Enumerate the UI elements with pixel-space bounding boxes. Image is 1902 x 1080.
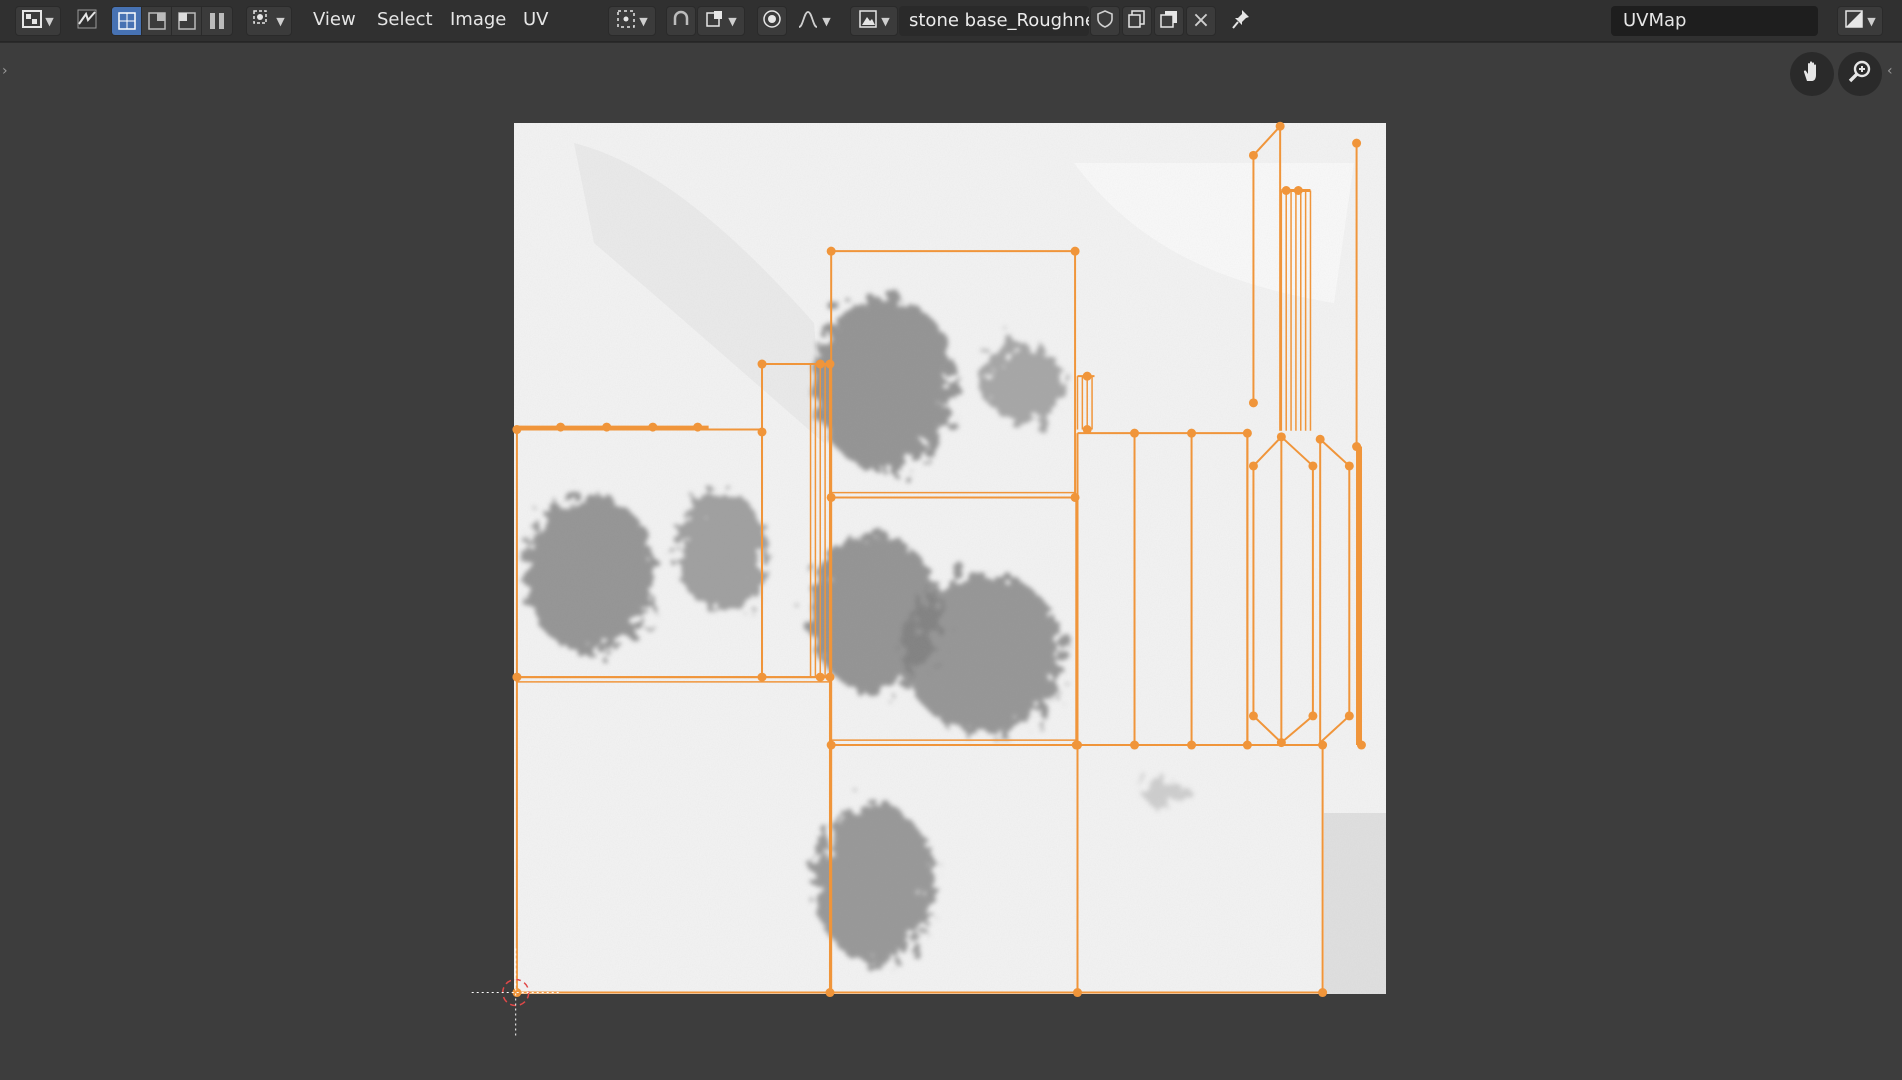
chevron-down-icon: ▼	[822, 14, 831, 28]
close-icon: ×	[1191, 8, 1211, 33]
toolbar-expand-arrow-icon[interactable]: ›	[2, 63, 8, 79]
open-image-icon	[1159, 9, 1179, 34]
new-image-button[interactable]	[1122, 6, 1152, 36]
uv-face-select-icon[interactable]	[172, 7, 202, 35]
image-name-field[interactable]: stone base_Roughne..	[899, 6, 1089, 36]
unlink-image-button[interactable]: ×	[1186, 6, 1216, 36]
menu-view[interactable]: View	[313, 9, 356, 30]
fake-user-button[interactable]	[1090, 6, 1120, 36]
chevron-down-icon: ▼	[728, 14, 737, 28]
chevron-down-icon: ▼	[881, 14, 890, 28]
falloff-curve-icon	[797, 9, 819, 34]
chevron-down-icon: ▼	[1867, 14, 1876, 28]
open-image-button[interactable]	[1154, 6, 1184, 36]
uv-island-select-icon[interactable]	[202, 7, 232, 35]
sticky-selection-dropdown[interactable]: ▼	[246, 6, 292, 36]
editor-type-dropdown[interactable]: ▼	[15, 6, 61, 36]
uv-editor-viewport[interactable]: › ‹	[0, 43, 1902, 1080]
pan-view-button[interactable]	[1790, 52, 1834, 96]
zoom-icon	[1847, 59, 1873, 90]
proportional-falloff-dropdown[interactable]: ▼	[790, 6, 838, 36]
uv-map-selector[interactable]: UVMap	[1611, 6, 1818, 36]
pin-image-toggle[interactable]	[1226, 6, 1256, 36]
chevron-down-icon: ▼	[639, 14, 648, 28]
uv-select-mode-group	[111, 6, 233, 36]
proportional-editing-toggle[interactable]	[757, 6, 787, 36]
new-image-icon	[1127, 9, 1147, 34]
snap-target-icon	[705, 9, 725, 34]
display-channels-dropdown[interactable]: ▼	[1837, 6, 1883, 36]
proportional-editing-icon	[762, 9, 782, 34]
pivot-point-dropdown[interactable]: ▼	[608, 6, 656, 36]
hand-pan-icon	[1799, 59, 1825, 90]
roughness-texture-image	[514, 123, 1386, 994]
uv-editor-header: ▼ ▼ View Select Image UV ▼ ▼ ▼ ▼ stone b…	[0, 0, 1902, 42]
sticky-selection-icon	[253, 9, 273, 33]
pin-icon	[1231, 8, 1251, 35]
chevron-down-icon: ▼	[45, 14, 54, 28]
browse-image-dropdown[interactable]: ▼	[850, 6, 898, 36]
sidebar-expand-arrow-icon[interactable]: ‹	[1887, 63, 1893, 79]
browse-image-icon	[858, 9, 878, 34]
chevron-down-icon: ▼	[276, 14, 285, 28]
sync-selection-toggle[interactable]	[72, 6, 102, 36]
snap-toggle[interactable]	[666, 6, 696, 36]
fake-user-shield-icon	[1096, 9, 1114, 34]
snap-target-dropdown[interactable]: ▼	[697, 6, 745, 36]
uv-edge-select-icon[interactable]	[142, 7, 172, 35]
menu-select[interactable]: Select	[377, 9, 433, 30]
menu-uv[interactable]: UV	[523, 9, 549, 30]
snap-icon	[671, 9, 691, 34]
display-channels-icon	[1844, 9, 1864, 34]
uv-vertex-select-icon[interactable]	[112, 7, 142, 35]
menu-image[interactable]: Image	[450, 9, 506, 30]
pivot-point-icon	[616, 9, 636, 34]
image-editor-icon	[22, 9, 43, 33]
uv-sync-selection-icon	[76, 8, 98, 35]
zoom-view-button[interactable]	[1838, 52, 1882, 96]
